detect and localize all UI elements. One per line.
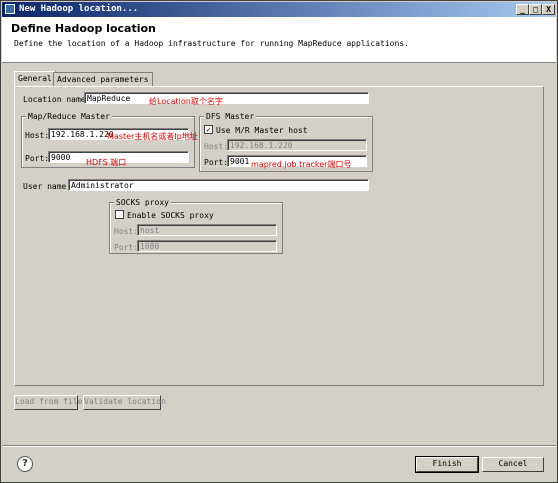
location-name-annotation: 给Location取个名字 bbox=[149, 97, 223, 106]
load-from-file-button[interactable]: Load from file bbox=[14, 395, 82, 410]
socks-host-label: Host: bbox=[114, 227, 139, 236]
socks-proxy-title: SOCKS proxy bbox=[114, 198, 171, 207]
dfs-port-annotation: mapred.job.tracker端口号 bbox=[251, 160, 352, 169]
dfs-host-input[interactable]: 192.168.1.220 bbox=[227, 139, 367, 151]
dfs-port-label: Port: bbox=[204, 158, 229, 167]
tab-advanced-parameters[interactable]: Advanced parameters bbox=[53, 72, 153, 86]
dialog-window: New Hadoop location... _ □ X Define Hado… bbox=[0, 0, 558, 483]
mr-host-label: Host: bbox=[25, 131, 50, 140]
finish-button[interactable]: Finish bbox=[415, 456, 479, 473]
window-title: New Hadoop location... bbox=[19, 4, 139, 14]
use-mr-master-checkbox[interactable]: ✓ bbox=[204, 125, 213, 134]
close-button[interactable]: X bbox=[542, 4, 555, 15]
header-description: Define the location of a Hadoop infrastr… bbox=[14, 39, 409, 48]
dialog-header: Define Hadoop location Define the locati… bbox=[2, 17, 556, 63]
user-name-input[interactable]: Administrator bbox=[68, 179, 369, 191]
enable-socks-checkbox[interactable] bbox=[115, 210, 124, 219]
socks-port-label: Port: bbox=[114, 243, 139, 252]
header-title: Define Hadoop location bbox=[11, 22, 156, 35]
mr-port-annotation: HDFS 端口 bbox=[86, 158, 127, 167]
dfs-master-title: DFS Master bbox=[204, 112, 257, 121]
minimize-button[interactable]: _ bbox=[516, 4, 529, 15]
footer-separator bbox=[2, 445, 556, 447]
socks-host-input[interactable]: host bbox=[137, 224, 277, 236]
use-mr-master-label: Use M/R Master host bbox=[216, 126, 308, 135]
tab-general[interactable]: General bbox=[14, 71, 56, 86]
help-icon[interactable]: ? bbox=[17, 456, 33, 472]
user-name-label: User name: bbox=[23, 182, 72, 191]
cancel-button[interactable]: Cancel bbox=[482, 457, 544, 472]
dfs-host-label: Host: bbox=[204, 142, 229, 151]
app-icon bbox=[5, 4, 15, 14]
mr-port-label: Port: bbox=[25, 154, 50, 163]
mr-host-annotation: Master主机名或者Ip地址 bbox=[107, 132, 198, 141]
validate-location-button[interactable]: Validate location bbox=[83, 395, 166, 410]
mr-master-title: Map/Reduce Master bbox=[26, 112, 112, 121]
maximize-button[interactable]: □ bbox=[529, 4, 542, 15]
location-name-label: Location name: bbox=[23, 95, 91, 104]
title-bar[interactable]: New Hadoop location... _ □ X bbox=[2, 2, 556, 17]
enable-socks-label: Enable SOCKS proxy bbox=[127, 211, 214, 220]
socks-port-input[interactable]: 1080 bbox=[137, 240, 277, 252]
location-name-input[interactable]: MapReduce bbox=[84, 92, 369, 104]
